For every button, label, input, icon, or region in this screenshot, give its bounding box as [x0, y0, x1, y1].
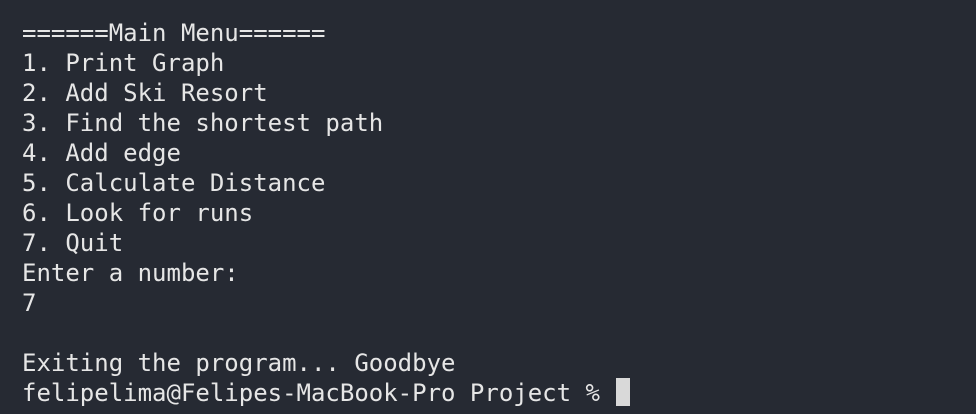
shell-prompt: felipelima@Felipes-MacBook-Pro Project %: [22, 379, 615, 407]
input-value: 7: [22, 289, 37, 317]
text-cursor[interactable]: [616, 378, 631, 406]
menu-item-look-for-runs: 6. Look for runs: [22, 199, 254, 227]
menu-item-quit: 7. Quit: [22, 229, 124, 257]
menu-item-add-ski-resort: 2. Add Ski Resort: [22, 79, 268, 107]
exit-message: Exiting the program... Goodbye: [22, 349, 456, 377]
menu-item-print-graph: 1. Print Graph: [22, 49, 225, 77]
menu-item-shortest-path: 3. Find the shortest path: [22, 109, 384, 137]
terminal-window[interactable]: ======Main Menu====== 1. Print Graph 2. …: [0, 0, 976, 414]
shell-prompt-line[interactable]: felipelima@Felipes-MacBook-Pro Project %: [22, 378, 976, 408]
menu-item-calculate-distance: 5. Calculate Distance: [22, 169, 326, 197]
menu-item-add-edge: 4. Add edge: [22, 139, 181, 167]
input-prompt: Enter a number:: [22, 259, 239, 287]
menu-header: ======Main Menu======: [22, 19, 326, 47]
